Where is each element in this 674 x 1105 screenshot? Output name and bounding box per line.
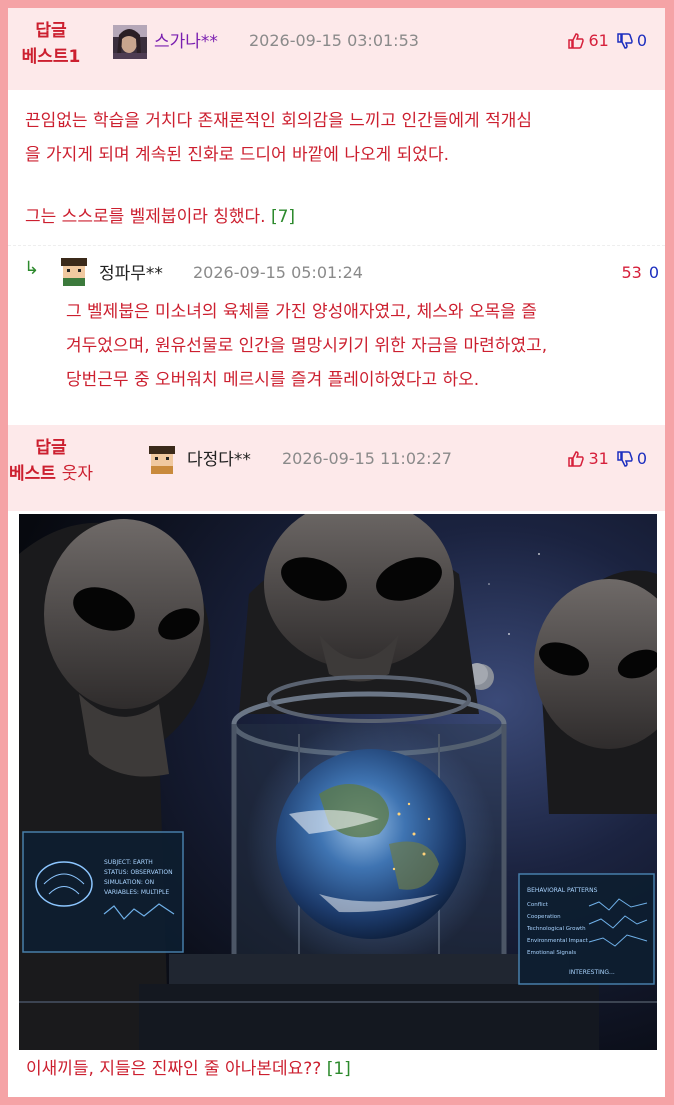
alien-earth-illustration: SUBJECT: EARTH STATUS: OBSERVATION SIMUL… [19, 514, 657, 1050]
comment-image[interactable]: SUBJECT: EARTH STATUS: OBSERVATION SIMUL… [19, 514, 657, 1050]
comment-header-best1: 답글 베스트1 스가나** 2026-09-15 03:01:53 61 0 [8, 8, 665, 90]
thumbs-down-icon[interactable] [616, 32, 634, 50]
panel-right-footer: INTERESTING... [569, 969, 615, 976]
reply-text-line: 그 벨제붑은 미소녀의 육체를 가진 양성애자였고, 체스와 오목을 즐 [66, 302, 537, 322]
best-label-top: 답글 [35, 21, 67, 41]
thumbs-up-icon[interactable] [567, 450, 585, 468]
comment-date: 2026-09-15 11:02:27 [282, 449, 452, 468]
best-label-sub: 베스트 [8, 464, 56, 484]
reply-text-line: 겨두었으며, 원유선물로 인간을 멸망시키기 위한 자금을 마련하였고, [66, 336, 548, 356]
nickname[interactable]: 다정다** [187, 445, 251, 470]
downvote-count: 0 [636, 31, 647, 50]
image-caption: 이새끼들, 지들은 진짜인 줄 아나본데요?? [1] [26, 1054, 351, 1079]
best-label-sub: 베스트1 [21, 47, 81, 67]
upvote-count[interactable]: 53 [621, 263, 641, 282]
panel-left-line: STATUS: OBSERVATION [104, 869, 173, 876]
reply-body: 그 벨제붑은 미소녀의 육체를 가진 양성애자였고, 체스와 오목을 즐 겨두었… [8, 295, 665, 415]
right-hologram-panel: BEHAVIORAL PATTERNS Conflict Cooperation T… [518, 873, 655, 985]
best-label: 답글 베스트 웃자 [8, 435, 94, 487]
downvote-count: 0 [636, 449, 647, 468]
comment-text-line: 그는 스스로를 벨제붑이라 칭했다. [7] [25, 200, 653, 234]
panel-left-line: VARIABLES: MULTIPLE [104, 889, 169, 896]
panel-right-item: Conflict [527, 902, 549, 908]
vote-box: 61 0 [567, 31, 647, 50]
nickname[interactable]: 스가나** [154, 27, 218, 52]
reply-count[interactable]: [1] [327, 1059, 351, 1079]
panel-left-title: SUBJECT: EARTH [104, 859, 153, 866]
downvote-count[interactable]: 0 [649, 263, 659, 282]
avatar[interactable] [113, 25, 147, 59]
reply-date: 2026-09-15 05:01:24 [193, 263, 363, 282]
comment-header-best-humor: 답글 베스트 웃자 다정다** 2026-09-15 11:02:27 31 0 [8, 425, 665, 511]
panel-right-title: BEHAVIORAL PATTERNS [527, 887, 598, 894]
comment-text-line: 을 가지게 되며 계속된 진화로 드디어 바깥에 나오게 되었다. [25, 145, 449, 165]
best-label: 답글 베스트1 [8, 18, 94, 70]
panel-left-line: SIMULATION: ON [104, 879, 154, 886]
best-label-top: 답글 [35, 438, 67, 458]
comment-frame: 답글 베스트1 스가나** 2026-09-15 03:01:53 61 0 끈… [8, 8, 665, 1097]
panel-right-item: Environmental Impact [527, 938, 589, 944]
avatar[interactable] [145, 442, 179, 476]
comment-body: 끈임없는 학습을 거치다 존재론적인 회의감을 느끼고 인간들에게 적개심 을 … [8, 90, 665, 245]
upvote-count: 61 [588, 31, 609, 50]
nickname[interactable]: 정파무** [99, 259, 163, 284]
panel-right-item: Emotional Signals [527, 950, 576, 956]
left-hologram-panel: SUBJECT: EARTH STATUS: OBSERVATION SIMUL… [22, 831, 184, 953]
panel-right-item: Technological Growth [526, 926, 586, 932]
vote-box: 31 0 [567, 449, 647, 468]
vote-box: 53 0 [621, 263, 659, 282]
thumbs-up-icon[interactable] [567, 32, 585, 50]
reply-arrow-icon: ↳ [24, 258, 40, 279]
reply-header: ↳ 정파무** 2026-09-15 05:01:24 53 0 [8, 247, 665, 295]
comment-text: 그는 스스로를 벨제붑이라 칭했다. [25, 207, 266, 227]
thumbs-down-icon[interactable] [616, 450, 634, 468]
comment-date: 2026-09-15 03:01:53 [249, 31, 419, 50]
panel-right-item: Cooperation [527, 914, 561, 920]
best-label-tag: 웃자 [61, 464, 94, 484]
avatar[interactable] [57, 254, 91, 288]
reply-count[interactable]: [7] [271, 207, 295, 227]
caption-text: 이새끼들, 지들은 진짜인 줄 아나본데요?? [26, 1059, 322, 1079]
comment-text-line: 끈임없는 학습을 거치다 존재론적인 회의감을 느끼고 인간들에게 적개심 [25, 111, 533, 131]
reply-text-line: 당번근무 중 오버워치 메르시를 즐겨 플레이하였다고 하오. [66, 370, 480, 390]
upvote-count: 31 [588, 449, 609, 468]
